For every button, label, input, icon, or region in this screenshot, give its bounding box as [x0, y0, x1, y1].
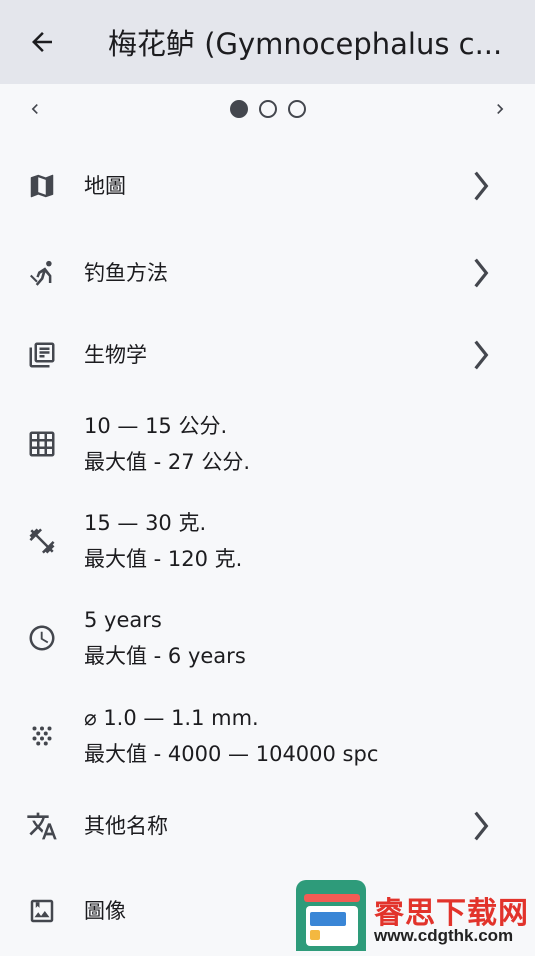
map-icon — [26, 170, 58, 202]
list-item-label: 圖像 — [84, 899, 126, 923]
dumbbell-icon — [26, 525, 58, 557]
length-range: 10 — 15 公分. — [84, 414, 228, 438]
list-item-label: 钓鱼方法 — [84, 261, 168, 285]
image-pager — [0, 84, 535, 134]
pager-prev-button[interactable] — [0, 84, 70, 134]
grid-icon — [26, 428, 58, 460]
pager-next-button[interactable] — [465, 84, 535, 134]
list-item-label: 其他名称 — [84, 814, 168, 838]
age-typical: 5 years — [84, 608, 162, 632]
back-button[interactable] — [0, 0, 84, 84]
list-item-eggs: ⌀ 1.0 — 1.1 mm. 最大值 - 4000 — 104000 spc — [0, 686, 535, 786]
page-title: 梅花鲈 (Gymnocephalus c... — [108, 27, 503, 61]
fish-info-list: 地圖 钓鱼方法 生物学 10 — 15 公分. 最大值 - 27 公分. 15 … — [0, 140, 535, 956]
list-item-biology[interactable]: 生物学 — [0, 314, 535, 396]
weight-range: 15 — 30 克. — [84, 511, 207, 535]
egg-diameter: ⌀ 1.0 — 1.1 mm. — [84, 706, 259, 730]
watermark-logo — [296, 880, 366, 951]
chevron-right-icon — [474, 811, 489, 841]
list-item-fishing-methods[interactable]: 钓鱼方法 — [0, 232, 535, 314]
list-item-map[interactable]: 地圖 — [0, 140, 535, 232]
pager-dot[interactable] — [258, 100, 277, 118]
length-max: 最大值 - 27 公分. — [84, 450, 251, 474]
chevron-left-icon — [31, 104, 38, 114]
fishing-icon — [26, 257, 58, 289]
pager-dots — [229, 100, 306, 118]
clock-icon — [26, 622, 58, 654]
list-item-length: 10 — 15 公分. 最大值 - 27 公分. — [0, 396, 535, 492]
library-books-icon — [26, 339, 58, 371]
eggs-icon — [26, 720, 58, 752]
chevron-right-icon — [474, 171, 489, 201]
list-item-weight: 15 — 30 克. 最大值 - 120 克. — [0, 492, 535, 590]
list-item-other-names[interactable]: 其他名称 — [0, 786, 535, 866]
chevron-right-icon — [474, 340, 489, 370]
pager-dot[interactable] — [229, 100, 248, 118]
chevron-right-icon — [474, 258, 489, 288]
list-item-label: 生物学 — [84, 343, 147, 367]
image-icon — [26, 895, 58, 927]
list-item-age: 5 years 最大值 - 6 years — [0, 590, 535, 686]
weight-max: 最大值 - 120 克. — [84, 547, 243, 571]
translate-icon — [26, 810, 58, 842]
egg-count-max: 最大值 - 4000 — 104000 spc — [84, 742, 379, 766]
arrow-back-icon — [32, 32, 52, 52]
list-item-label: 地圖 — [84, 174, 126, 198]
age-max: 最大值 - 6 years — [84, 644, 246, 668]
chevron-right-icon — [497, 104, 504, 114]
app-bar: 梅花鲈 (Gymnocephalus c... — [0, 0, 535, 84]
pager-dot[interactable] — [287, 100, 306, 118]
watermark: 睿思下载网 www.cdgthk.com — [296, 880, 535, 951]
watermark-url: www.cdgthk.com — [374, 926, 514, 945]
